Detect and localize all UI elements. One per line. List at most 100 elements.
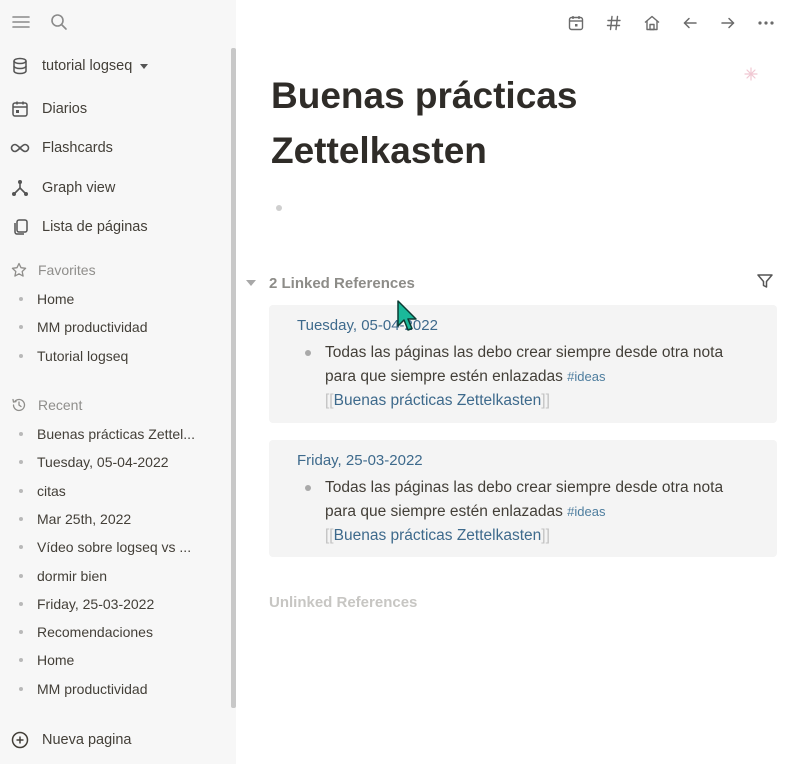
- nav-all-pages[interactable]: Lista de páginas: [0, 208, 236, 248]
- sidebar-top-bar: [0, 0, 236, 44]
- linked-references-header[interactable]: 2 Linked References: [244, 272, 784, 294]
- recent-label: MM productividad: [37, 680, 148, 697]
- unlinked-references-header[interactable]: Unlinked References: [269, 594, 417, 611]
- collapse-caret-icon[interactable]: [246, 280, 256, 286]
- tag-link[interactable]: #ideas: [567, 369, 605, 384]
- reference-block[interactable]: Todas las páginas las debo crear siempre…: [305, 341, 745, 413]
- block-text: Todas las páginas las debo crear siempre…: [325, 344, 724, 385]
- graph-name: tutorial logseq: [42, 58, 133, 74]
- favorites-header[interactable]: Favorites: [0, 255, 236, 285]
- bullet-dot: [19, 686, 23, 691]
- infinity-icon: [10, 138, 30, 158]
- filter-icon[interactable]: [754, 270, 776, 292]
- reference-page-link[interactable]: Friday, 25-03-2022: [297, 452, 423, 469]
- recent-item[interactable]: Vídeo sobre logseq vs ...: [0, 533, 236, 561]
- favorite-item[interactable]: MM productividad: [0, 313, 236, 341]
- bullet-dot: [19, 432, 23, 437]
- nav-label: Lista de páginas: [42, 219, 148, 236]
- nav-graph-view[interactable]: Graph view: [0, 168, 236, 208]
- link-bracket: [[: [325, 392, 334, 409]
- calendar-icon: [10, 99, 30, 119]
- database-icon: [10, 56, 30, 76]
- recent-label: Tuesday, 05-04-2022: [37, 454, 169, 471]
- block-text: Todas las páginas las debo crear siempre…: [325, 479, 724, 520]
- bullet-dot: [19, 488, 23, 493]
- linked-references-label: 2 Linked References: [269, 274, 415, 292]
- block-bullet[interactable]: [305, 350, 311, 356]
- recent-title: Recent: [38, 396, 83, 413]
- nav-label: Diarios: [42, 100, 88, 117]
- recent-item[interactable]: Friday, 25-03-2022: [0, 590, 236, 618]
- favorites-list: Home MM productividad Tutorial logseq: [0, 285, 236, 370]
- bullet-dot: [19, 573, 23, 578]
- recent-item[interactable]: Buenas prácticas Zettel...: [0, 420, 236, 448]
- reference-card: Tuesday, 05-04-2022 Todas las páginas la…: [269, 305, 777, 423]
- page-ref-link[interactable]: Buenas prácticas Zettelkasten: [334, 392, 542, 409]
- sparkle-icon: [744, 67, 758, 81]
- bullet-dot: [19, 353, 23, 358]
- favorite-label: Tutorial logseq: [37, 347, 129, 364]
- page-title-line: Buenas prácticas: [271, 75, 578, 116]
- search-icon[interactable]: [50, 13, 68, 31]
- menu-icon[interactable]: [12, 14, 30, 30]
- recent-item[interactable]: dormir bien: [0, 561, 236, 589]
- bullet-dot: [19, 658, 23, 663]
- recent-label: Buenas prácticas Zettel...: [37, 426, 195, 443]
- mouse-cursor-icon: [397, 300, 417, 331]
- recent-label: Vídeo sobre logseq vs ...: [37, 539, 192, 556]
- page-ref-link[interactable]: Buenas prácticas Zettelkasten: [334, 527, 542, 544]
- recent-item[interactable]: Home: [0, 646, 236, 674]
- link-bracket: ]]: [541, 527, 550, 544]
- graph-icon: [10, 178, 30, 198]
- caret-down-icon: [140, 63, 149, 69]
- favorite-item[interactable]: Home: [0, 285, 236, 313]
- nav-flashcards[interactable]: Flashcards: [0, 129, 236, 169]
- recent-header[interactable]: Recent: [0, 390, 236, 420]
- reference-card: Friday, 25-03-2022 Todas las páginas las…: [269, 440, 777, 557]
- bullet-dot: [19, 545, 23, 550]
- new-page-label: Nueva pagina: [42, 732, 132, 748]
- page-title-line: Zettelkasten: [271, 130, 487, 171]
- recent-item[interactable]: Mar 25th, 2022: [0, 505, 236, 533]
- new-page-button[interactable]: Nueva pagina: [0, 722, 230, 758]
- reference-block[interactable]: Todas las páginas las debo crear siempre…: [305, 476, 745, 548]
- tag-link[interactable]: #ideas: [567, 504, 605, 519]
- recent-label: Recomendaciones: [37, 624, 153, 641]
- nav-label: Graph view: [42, 179, 116, 196]
- favorite-label: Home: [37, 291, 75, 308]
- favorites-title: Favorites: [38, 262, 96, 278]
- page-title[interactable]: Buenas prácticas Zettelkasten: [271, 68, 731, 178]
- recent-item[interactable]: Recomendaciones: [0, 618, 236, 646]
- reference-text: Todas las páginas las debo crear siempre…: [325, 341, 745, 413]
- graph-selector[interactable]: tutorial logseq: [0, 46, 236, 86]
- reference-text: Todas las páginas las debo crear siempre…: [325, 476, 745, 548]
- recent-label: dormir bien: [37, 567, 108, 584]
- favorite-label: MM productividad: [37, 319, 148, 336]
- recent-label: Mar 25th, 2022: [37, 510, 132, 527]
- pages-icon: [10, 217, 30, 237]
- bullet-dot: [19, 601, 23, 606]
- main-content: Buenas prácticas Zettelkasten 2 Linked R…: [236, 0, 806, 764]
- star-icon: [10, 261, 28, 279]
- recent-item[interactable]: MM productividad: [0, 675, 236, 703]
- bullet-dot: [19, 325, 23, 330]
- recent-list: Buenas prácticas Zettel... Tuesday, 05-0…: [0, 420, 236, 703]
- bullet-dot: [19, 516, 23, 521]
- recent-item[interactable]: citas: [0, 476, 236, 504]
- bullet-dot: [19, 297, 23, 302]
- empty-block-bullet[interactable]: [276, 205, 282, 211]
- bullet-dot: [19, 630, 23, 635]
- recent-label: Friday, 25-03-2022: [37, 595, 155, 612]
- plus-circle-icon: [10, 730, 30, 750]
- block-bullet[interactable]: [305, 485, 311, 491]
- history-icon: [10, 396, 28, 414]
- link-bracket: ]]: [541, 392, 550, 409]
- recent-item[interactable]: Tuesday, 05-04-2022: [0, 448, 236, 476]
- nav-journals[interactable]: Diarios: [0, 89, 236, 129]
- left-sidebar: tutorial logseq Diarios Flashcards Graph…: [0, 0, 236, 764]
- favorite-item[interactable]: Tutorial logseq: [0, 342, 236, 370]
- link-bracket: [[: [325, 527, 334, 544]
- recent-label: citas: [37, 482, 66, 499]
- nav-label: Flashcards: [42, 140, 113, 157]
- bullet-dot: [19, 460, 23, 465]
